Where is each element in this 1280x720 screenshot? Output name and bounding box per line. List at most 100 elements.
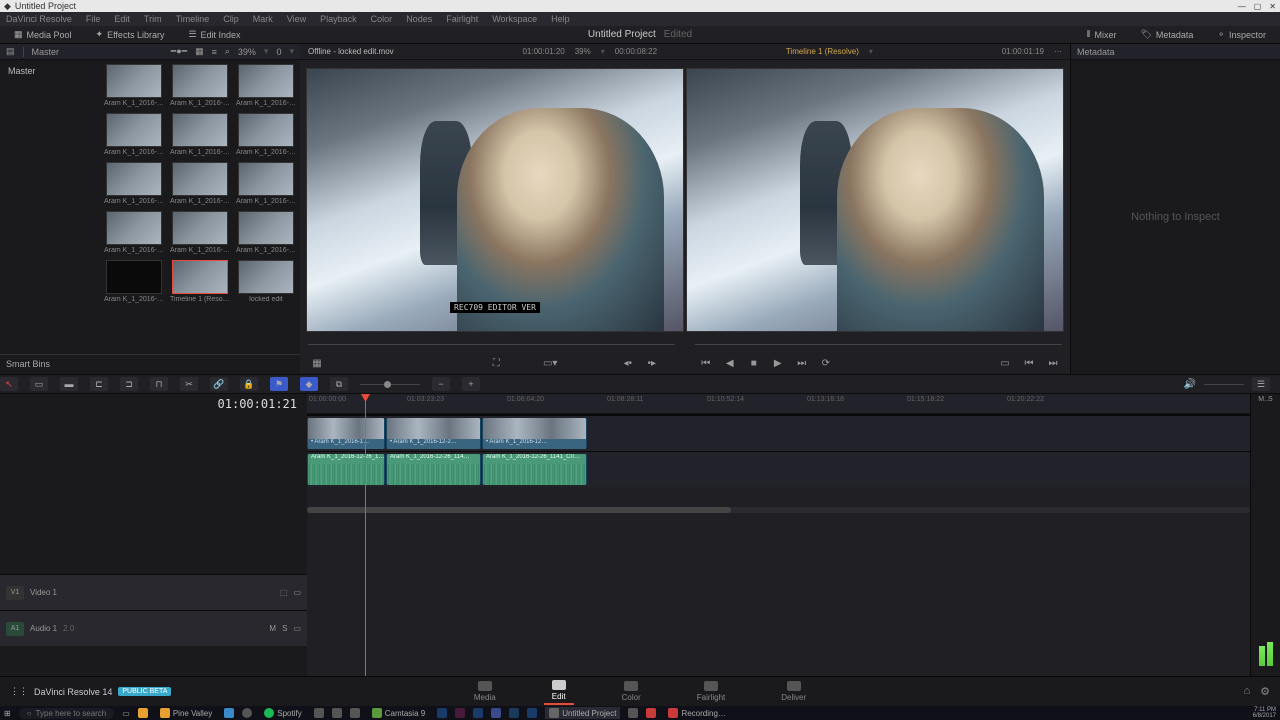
menu-item[interactable]: Edit [114, 14, 130, 24]
taskbar-item[interactable]: Camtasia 9 [368, 707, 429, 719]
trim-tool-icon[interactable]: ▭ [30, 377, 48, 391]
source-pct[interactable]: 39% [575, 47, 591, 56]
clip-thumb[interactable]: Aram K_1_2016-12-2… [170, 211, 230, 254]
expand-icon[interactable]: ⛶ [489, 356, 503, 370]
stop-icon[interactable]: ■ [747, 356, 761, 370]
timeline-scrubber[interactable] [695, 344, 1062, 345]
settings-icon[interactable]: ⚙ [1260, 685, 1270, 698]
timeline-tracks[interactable]: 01:00:00:00 01:03:23:23 01:06:04:20 01:0… [307, 394, 1250, 676]
source-scrubber[interactable] [308, 344, 675, 345]
app-icon[interactable] [332, 708, 342, 718]
go-out-icon[interactable]: ⏭ [1046, 356, 1060, 370]
taskbar-item[interactable]: Untitled Project [545, 707, 620, 719]
menu-item[interactable]: Fairlight [446, 14, 478, 24]
flag-icon[interactable]: ⚑ [270, 377, 288, 391]
thumb-view-icon[interactable]: ▦ [195, 46, 204, 57]
breadcrumb[interactable]: Master [32, 47, 60, 57]
app-icon[interactable] [314, 708, 324, 718]
menu-item[interactable]: Color [371, 14, 393, 24]
insert-icon[interactable]: ⊏ [90, 377, 108, 391]
close-button[interactable]: ✕ [1269, 2, 1276, 11]
audio-track-1[interactable]: Aram K_1_2016-12-26_1… Aram K_1_2016-12-… [307, 451, 1250, 487]
lock-icon[interactable]: ▭ [293, 624, 301, 633]
timeline-viewer[interactable] [686, 68, 1064, 332]
menu-item[interactable]: Timeline [176, 14, 210, 24]
replace-icon[interactable]: ⊓ [150, 377, 168, 391]
adobe-icon[interactable] [473, 708, 483, 718]
blade-tool-icon[interactable]: ▬ [60, 377, 78, 391]
effects-library-toggle[interactable]: ✦Effects Library [90, 27, 171, 42]
media-pool-toggle[interactable]: ▦Media Pool [8, 27, 78, 42]
audio-track-header[interactable]: A1 Audio 1 2.0 M S ▭ [0, 610, 307, 646]
taskbar-clock[interactable]: 7:11 PM6/8/2017 [1253, 707, 1276, 719]
link-icon[interactable]: 🔗 [210, 377, 228, 391]
marker-icon[interactable]: ◆ [300, 377, 318, 391]
solo-icon[interactable]: S [282, 624, 287, 633]
source-viewer[interactable]: REC709 EDITOR VER [306, 68, 684, 332]
smart-bins-header[interactable]: Smart Bins [0, 354, 300, 374]
timeline-timecode[interactable]: 01:00:01:21 [0, 394, 307, 414]
menu-item[interactable]: Trim [144, 14, 162, 24]
media-page-tab[interactable]: Media [466, 679, 504, 704]
taskbar-item[interactable]: Pine Valley [156, 707, 216, 719]
first-frame-icon[interactable]: ⏮ [699, 356, 713, 370]
menu-item[interactable]: Clip [223, 14, 239, 24]
video-clip[interactable]: • Aram K_1_2016-1… [307, 418, 385, 449]
zoom-in-icon[interactable]: + [462, 377, 480, 391]
clip-thumb[interactable]: Aram K_1_2016-12-2… [236, 64, 296, 107]
adobe-icon[interactable] [455, 708, 465, 718]
loop-icon[interactable]: ⟳ [819, 356, 833, 370]
list-view-icon[interactable]: ▤ [6, 46, 15, 57]
selection-tool-icon[interactable]: ↖ [0, 377, 18, 391]
app-icon[interactable] [350, 708, 360, 718]
zoom-out-icon[interactable]: − [432, 377, 450, 391]
clip-thumb[interactable]: Aram K_1_2016-12-2… [104, 64, 164, 107]
minimize-button[interactable]: ― [1238, 2, 1246, 11]
cortana-icon[interactable] [242, 708, 252, 718]
match-frame-icon[interactable]: ▭ [998, 356, 1012, 370]
color-page-tab[interactable]: Color [614, 679, 649, 704]
maximize-button[interactable]: ▢ [1254, 2, 1262, 11]
clip-thumb[interactable]: Aram K_1_2016-12-2… [236, 113, 296, 156]
mode-icon[interactable]: ▭▾ [543, 356, 557, 370]
search-icon[interactable]: ⌕ [225, 46, 230, 57]
offset-value[interactable]: 0 [276, 47, 281, 57]
menu-item[interactable]: Playback [320, 14, 357, 24]
clip-thumb[interactable]: Aram K_1_2016-12-2… [236, 162, 296, 205]
snap-icon[interactable]: ⧉ [330, 377, 348, 391]
adobe-icon[interactable] [509, 708, 519, 718]
timeline-ruler[interactable]: 01:00:00:00 01:03:23:23 01:06:04:20 01:0… [307, 394, 1250, 414]
clip-thumb[interactable]: Aram K_1_2016-12-2… [170, 113, 230, 156]
edit-index-toggle[interactable]: ☰Edit Index [182, 27, 246, 42]
prev-marker-icon[interactable]: ◂• [621, 356, 635, 370]
adobe-icon[interactable] [491, 708, 501, 718]
clip-thumb[interactable]: Aram K_1_2016-12-2… [104, 113, 164, 156]
bin-master[interactable]: Master [4, 64, 96, 78]
menu-item[interactable]: File [86, 14, 101, 24]
clip-thumb[interactable]: locked edit [236, 260, 296, 303]
taskbar-item[interactable]: Recording… [664, 707, 729, 719]
metadata-toggle[interactable]: 🏷Metadata [1134, 27, 1199, 42]
menu-item[interactable]: Help [551, 14, 570, 24]
taskbar-item[interactable]: Spotify [260, 707, 305, 719]
play-icon[interactable]: ▶ [771, 356, 785, 370]
adobe-icon[interactable] [527, 708, 537, 718]
source-clip-name[interactable]: Offline - locked edit.mov [308, 47, 394, 56]
clip-thumb[interactable]: Timeline 1 (Resolve) [170, 260, 230, 303]
audio-clip[interactable]: Aram K_1_2016-12-26_1… [307, 454, 385, 485]
mixer-toggle[interactable]: ⫴Mixer [1081, 27, 1123, 42]
clip-thumb[interactable]: Aram K_1_2016-12-2… [236, 211, 296, 254]
zoom-value[interactable]: 39% [238, 47, 256, 57]
list-icon[interactable]: ≡ [212, 47, 217, 57]
video-track-header[interactable]: V1 Video 1 ⬚ ▭ [0, 574, 307, 610]
home-icon[interactable]: ⌂ [1243, 685, 1250, 698]
task-view-icon[interactable]: ▭ [122, 709, 130, 718]
video-clip[interactable]: • Aram K_1_2016-12… [482, 418, 587, 449]
clip-thumb[interactable]: Aram K_1_2016-12-2… [104, 260, 164, 303]
audio-clip[interactable]: Aram K_1_2016-12-26_1141_C0… [482, 454, 587, 485]
overwrite-icon[interactable]: ⊐ [120, 377, 138, 391]
deliver-page-tab[interactable]: Deliver [773, 679, 814, 704]
options-icon[interactable]: ⋯ [1054, 47, 1062, 56]
auto-select-icon[interactable]: ▭ [293, 588, 301, 597]
mute-icon[interactable]: 🔊 [1184, 379, 1196, 390]
